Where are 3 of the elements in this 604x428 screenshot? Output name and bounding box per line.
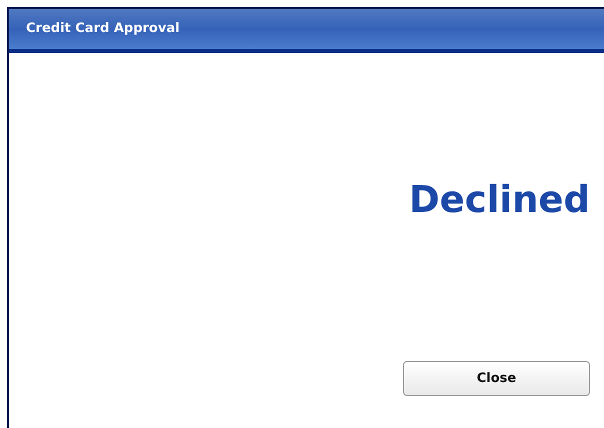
window-title: Credit Card Approval [26,20,180,38]
status-text: Declined [408,181,590,218]
close-button[interactable]: Close [403,361,590,396]
